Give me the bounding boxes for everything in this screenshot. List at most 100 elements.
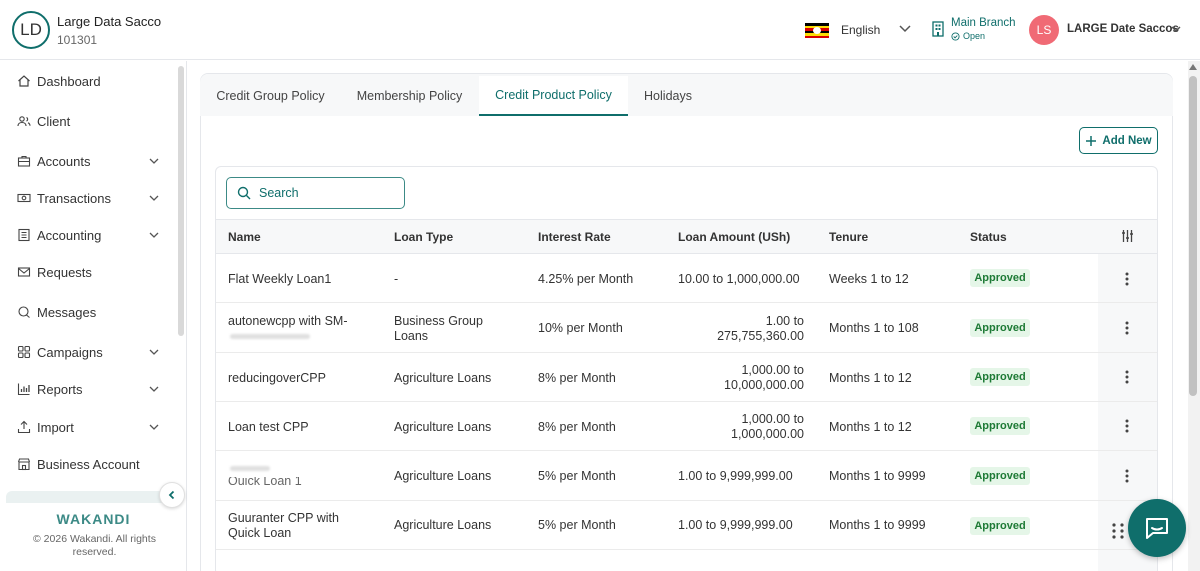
cell-loan-type: Agriculture Loans xyxy=(394,518,492,532)
users-icon xyxy=(17,116,31,127)
row-actions-button[interactable] xyxy=(1117,466,1137,486)
uganda-flag-icon[interactable] xyxy=(805,23,829,38)
sidebar-item-business-account[interactable]: Business Account xyxy=(17,452,167,476)
cell-loan-type: Agriculture Loans xyxy=(394,371,492,385)
tab-credit-product-policy[interactable]: Credit Product Policy xyxy=(479,76,628,116)
cell-name-line2: Quick Loan xyxy=(228,526,292,540)
chevron-down-icon[interactable] xyxy=(1169,22,1183,36)
cell-interest-rate: 4.25% per Month xyxy=(538,272,634,286)
cell-loan-amount-line2: 10,000,000.00 xyxy=(724,378,804,392)
row-actions-button[interactable] xyxy=(1117,416,1137,436)
briefcase-icon xyxy=(17,155,31,167)
more-vertical-icon xyxy=(1125,272,1129,286)
search-field[interactable] xyxy=(226,177,405,209)
row-actions-button[interactable] xyxy=(1117,367,1137,387)
cell-loan-amount-line2: 1,000,000.00 xyxy=(731,427,804,441)
scroll-up-icon[interactable] xyxy=(1189,64,1197,70)
user-name[interactable]: LARGE Date Saccos xyxy=(1067,23,1179,35)
cell-tenure: Months 1 to 12 xyxy=(829,420,912,434)
brand-logo: WAKANDI xyxy=(56,511,131,527)
cell-interest-rate: 8% per Month xyxy=(538,420,616,434)
sidebar-item-messages[interactable]: Messages xyxy=(17,300,167,324)
copyright: © 2026 Wakandi. All rights reserved. xyxy=(33,533,156,558)
cell-name: Loan test CPP xyxy=(228,420,309,434)
cell-tenure: Weeks 1 to 12 xyxy=(829,272,909,286)
status-badge: Approved xyxy=(970,269,1030,287)
user-avatar[interactable]: LS xyxy=(1029,15,1059,45)
chevron-down-icon[interactable] xyxy=(147,420,161,434)
sidebar-item-label: Client xyxy=(37,113,71,129)
row-actions-button[interactable] xyxy=(1117,318,1137,338)
sidebar-item-dashboard[interactable]: Dashboard xyxy=(17,69,167,93)
sidebar-collapse-button[interactable] xyxy=(159,482,185,508)
sidebar-item-reports[interactable]: Reports xyxy=(17,377,167,401)
grid-icon xyxy=(17,345,31,359)
status-badge: Approved xyxy=(970,467,1030,485)
cell-loan-amount: 1.00 to 9,999,999.00 xyxy=(678,518,793,532)
cell-loan-amount: 1,000.00 to xyxy=(741,412,804,426)
sidebar-item-import[interactable]: Import xyxy=(17,415,167,439)
cell-loan-amount: 10.00 to 1,000,000.00 xyxy=(678,272,800,286)
cell-loan-type: Agriculture Loans xyxy=(394,420,492,434)
cell-name: Quick Loan 1 xyxy=(228,477,302,485)
column-header-loan-type[interactable]: Loan Type xyxy=(394,230,453,244)
cell-loan-amount: 1.00 to 9,999,999.00 xyxy=(678,469,793,483)
search-icon xyxy=(237,186,251,200)
money-icon xyxy=(17,193,31,203)
sidebar-item-label: Requests xyxy=(37,264,92,280)
home-icon xyxy=(18,75,30,87)
search-input[interactable] xyxy=(259,186,389,200)
drag-handle-icon[interactable] xyxy=(1111,522,1125,540)
language-selector[interactable]: English xyxy=(841,23,880,37)
sidebar-item-label: Campaigns xyxy=(37,344,103,360)
chat-support-button[interactable] xyxy=(1128,499,1186,557)
chat-bubble-icon xyxy=(1146,518,1168,539)
cell-name: Guuranter CPP with xyxy=(228,511,339,525)
cell-tenure: Months 1 to 9999 xyxy=(829,469,926,483)
chevron-down-icon[interactable] xyxy=(147,228,161,242)
branch-name[interactable]: Main Branch xyxy=(951,17,1016,29)
status-badge: Approved xyxy=(970,368,1030,386)
building-icon xyxy=(932,21,944,37)
bar-chart-icon xyxy=(17,383,30,396)
sidebar-item-label: Transactions xyxy=(37,190,111,206)
cell-name: autonewcpp with SM- xyxy=(228,314,348,328)
chevron-down-icon[interactable] xyxy=(147,191,161,205)
column-settings-icon[interactable] xyxy=(1121,229,1134,243)
column-header-name[interactable]: Name xyxy=(228,230,261,244)
sidebar-item-campaigns[interactable]: Campaigns xyxy=(17,340,167,364)
column-header-loan-amount[interactable]: Loan Amount (USh) xyxy=(678,230,790,244)
sidebar-item-accounting[interactable]: Accounting xyxy=(17,223,167,247)
tab-membership-policy[interactable]: Membership Policy xyxy=(341,76,478,116)
sidebar-item-transactions[interactable]: Transactions xyxy=(17,186,167,210)
sidebar-item-client[interactable]: Client xyxy=(17,109,167,133)
page-scrollbar-thumb[interactable] xyxy=(1189,76,1197,396)
ledger-icon xyxy=(18,228,30,242)
tab-holidays[interactable]: Holidays xyxy=(630,76,706,116)
org-avatar[interactable]: LD xyxy=(12,11,50,49)
column-header-tenure[interactable]: Tenure xyxy=(829,230,868,244)
cell-tenure: Months 1 to 9999 xyxy=(829,518,926,532)
sidebar-active-highlight xyxy=(6,491,176,503)
column-header-interest-rate[interactable]: Interest Rate xyxy=(538,230,611,244)
more-vertical-icon xyxy=(1125,469,1129,483)
tab-credit-group-policy[interactable]: Credit Group Policy xyxy=(202,76,339,116)
cell-interest-rate: 5% per Month xyxy=(538,518,616,532)
branch-status-label: Open xyxy=(963,31,986,41)
sidebar-item-accounts[interactable]: Accounts xyxy=(17,149,167,173)
row-actions-button[interactable] xyxy=(1117,269,1137,289)
sidebar-item-label: Accounts xyxy=(37,153,91,169)
sidebar-item-label: Messages xyxy=(37,304,97,320)
cell-loan-amount: 1.00 to xyxy=(765,314,804,328)
sidebar-scrollbar[interactable] xyxy=(178,66,184,336)
add-new-button[interactable]: Add New xyxy=(1079,127,1158,154)
sidebar-item-label: Accounting xyxy=(37,227,102,243)
chevron-down-icon[interactable] xyxy=(147,154,161,168)
chevron-down-icon[interactable] xyxy=(896,19,914,37)
column-header-status[interactable]: Status xyxy=(970,230,1007,244)
chevron-down-icon[interactable] xyxy=(147,345,161,359)
sidebar-item-requests[interactable]: Requests xyxy=(17,260,167,284)
cell-name: Flat Weekly Loan1 xyxy=(228,272,332,286)
mail-icon xyxy=(17,267,31,277)
chevron-down-icon[interactable] xyxy=(147,382,161,396)
